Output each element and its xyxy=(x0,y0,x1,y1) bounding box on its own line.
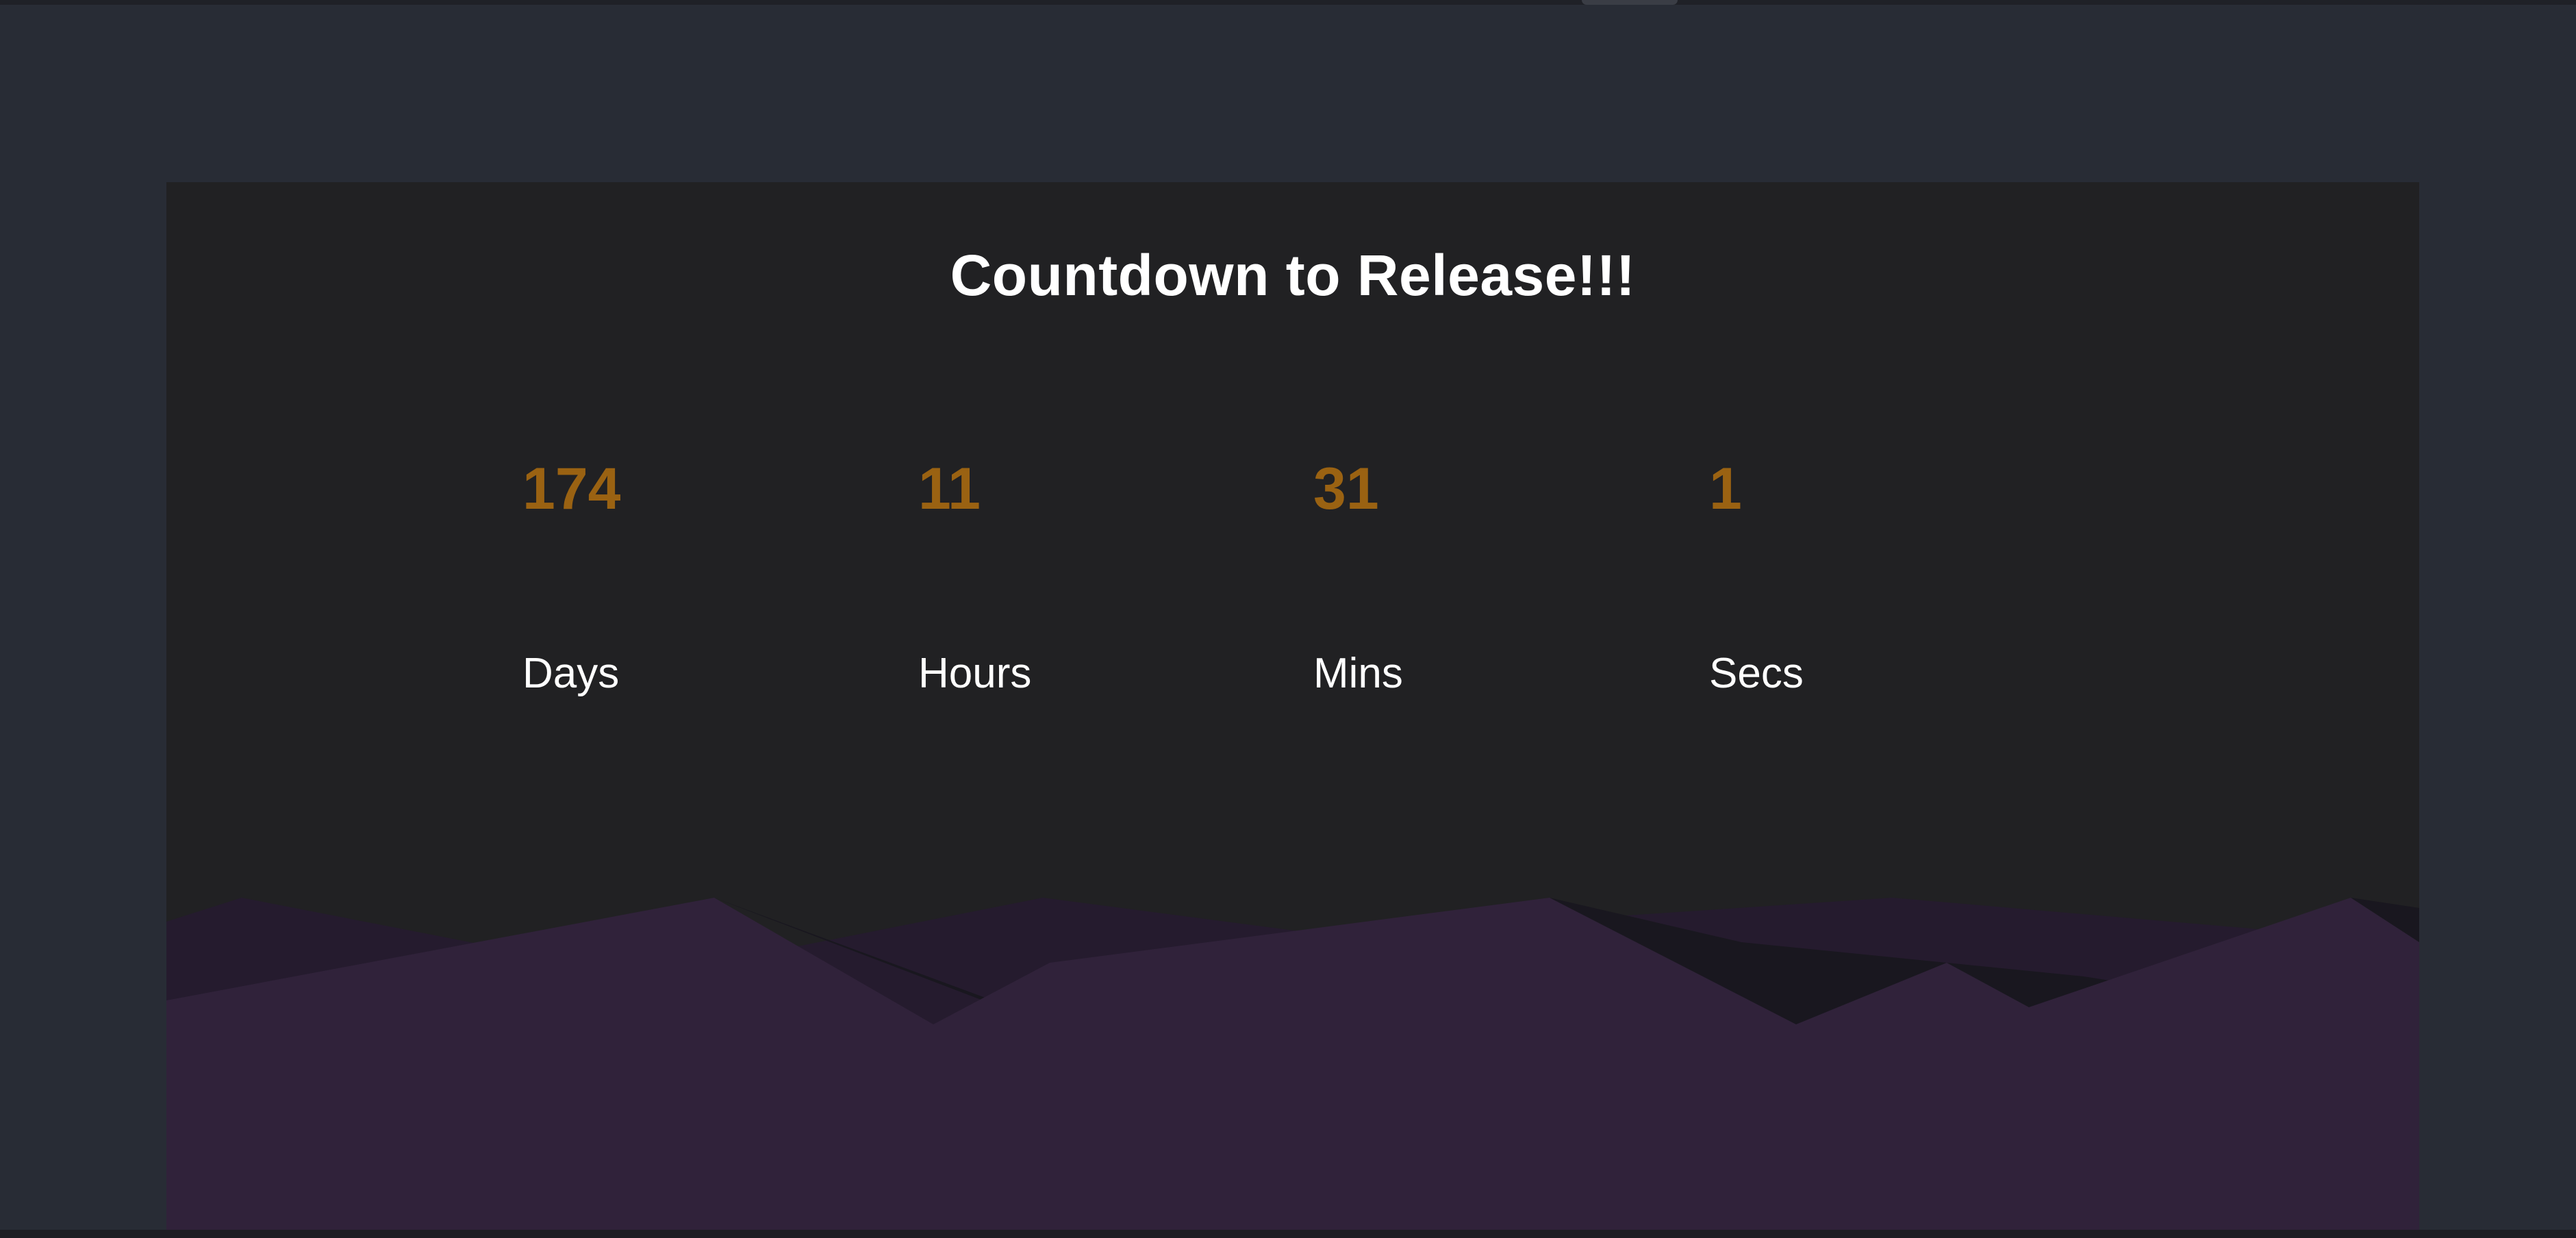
countdown-panel: Countdown to Release!!! 174 Days 11 Hour… xyxy=(166,182,2419,1230)
days-label: Days xyxy=(522,650,620,697)
countdown-hours: 11 Hours xyxy=(918,459,1206,695)
top-notch xyxy=(1582,0,1678,5)
countdown-secs: 1 Secs xyxy=(1709,459,1997,695)
hours-value: 11 xyxy=(918,456,981,522)
bottom-strip xyxy=(0,1230,2576,1238)
countdown-title: Countdown to Release!!! xyxy=(950,243,1636,307)
hours-label: Hours xyxy=(918,650,1032,697)
secs-value: 1 xyxy=(1709,456,1742,522)
browser-top-strip xyxy=(0,0,2576,5)
mins-value: 31 xyxy=(1313,456,1379,522)
mountain-background xyxy=(166,898,2419,1230)
secs-label: Secs xyxy=(1709,650,1804,697)
days-value: 174 xyxy=(522,456,621,522)
countdown-days: 174 Days xyxy=(522,459,810,695)
countdown-mins: 31 Mins xyxy=(1313,459,1601,695)
mins-label: Mins xyxy=(1313,650,1403,697)
